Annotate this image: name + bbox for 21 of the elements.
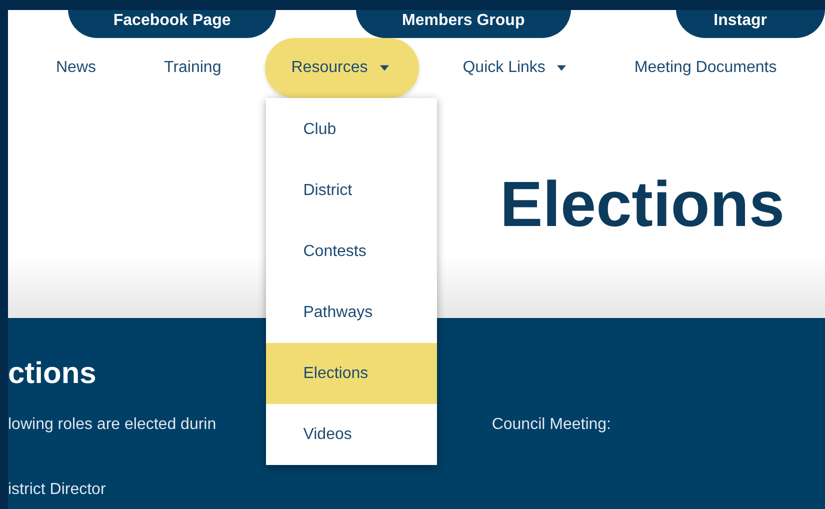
nav-link[interactable]: Quick Links: [438, 38, 590, 98]
menu-item[interactable]: Contests: [266, 221, 438, 282]
caret-icon: [380, 65, 389, 71]
menu-item[interactable]: Videos: [266, 404, 438, 465]
role-item: istrict Director: [8, 481, 107, 499]
caret-icon: [557, 65, 566, 71]
nav-link[interactable]: Training: [140, 38, 246, 98]
social-link-button[interactable]: Members Group: [356, 10, 571, 38]
nav-link[interactable]: News: [32, 38, 120, 98]
social-link-button[interactable]: Instagr: [676, 10, 825, 38]
section-heading: ctions: [8, 357, 96, 391]
menu-item[interactable]: Elections: [266, 343, 438, 404]
nav-link[interactable]: Resources: [265, 38, 419, 98]
intro-text: Council Meeting:: [492, 416, 611, 435]
intro-text: lowing roles are elected durin: [8, 416, 216, 435]
social-link-button[interactable]: Facebook Page: [68, 10, 276, 38]
page-title: Elections: [500, 171, 786, 237]
nav-link[interactable]: Meeting Documents: [610, 38, 801, 98]
menu-item[interactable]: District: [266, 160, 438, 221]
menu-item[interactable]: Pathways: [266, 282, 438, 343]
menu-item[interactable]: Club: [266, 99, 438, 160]
